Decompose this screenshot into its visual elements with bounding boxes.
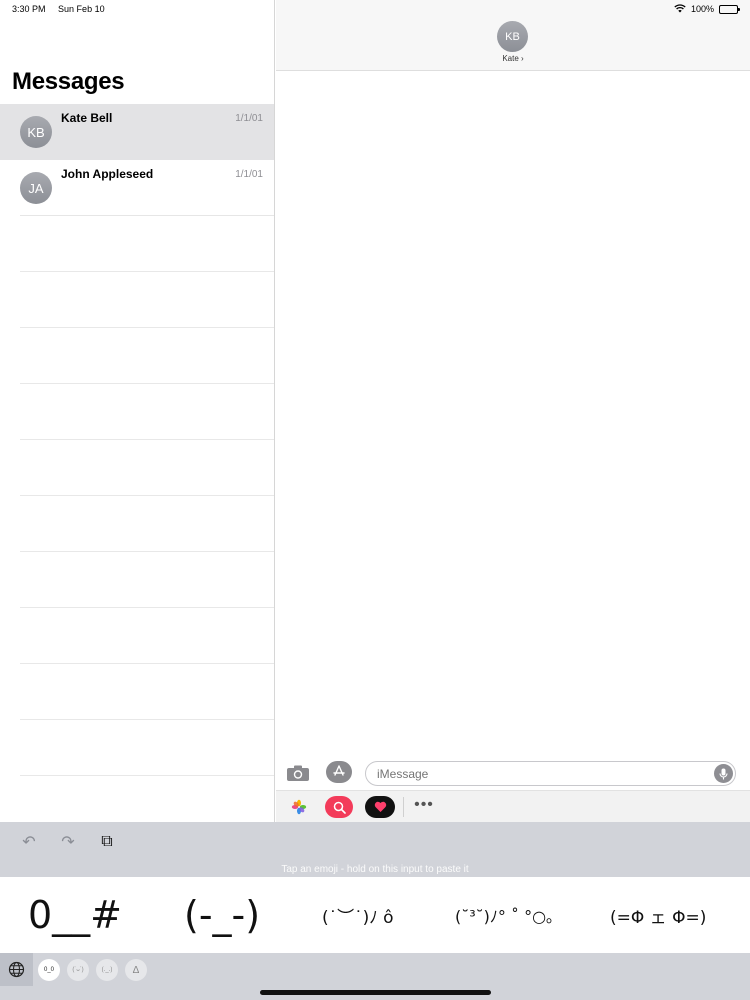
compose-bar (276, 756, 750, 790)
empty-row (0, 552, 274, 608)
more-apps-icon[interactable]: ••• (414, 794, 434, 816)
undo-icon[interactable]: ↶ (20, 833, 38, 851)
photos-app-icon[interactable] (290, 796, 308, 818)
battery-icon (719, 4, 740, 14)
empty-row (0, 664, 274, 720)
globe-icon[interactable] (0, 953, 33, 986)
messages-screen: 3:30 PM Sun Feb 10 100% Messages KB Kate… (0, 0, 750, 1000)
avatar[interactable]: KB (497, 21, 528, 52)
app-drawer-strip: ••• (276, 790, 750, 822)
empty-row (0, 440, 274, 496)
status-right: 100% (674, 3, 740, 15)
category-tab[interactable]: (˙ᴗ˙) (67, 959, 89, 981)
conversation-date: 1/1/01 (235, 113, 263, 124)
redo-icon[interactable]: ↷ (59, 833, 77, 851)
avatar: JA (20, 172, 52, 204)
empty-row (0, 216, 274, 272)
contact-name: John Appleseed (61, 167, 154, 181)
empty-row (0, 608, 274, 664)
category-tab[interactable]: (._.) (96, 959, 118, 981)
kaomoji-key[interactable]: (-_-) (184, 877, 260, 953)
strip-divider (403, 797, 404, 817)
category-tab[interactable]: 0_0 (38, 959, 60, 981)
app-store-icon[interactable] (326, 761, 352, 783)
battery-percent: 100% (690, 4, 714, 14)
image-search-app-icon[interactable] (325, 796, 353, 818)
header-name-label: Kate (502, 54, 519, 63)
status-time: 3:30 PM (12, 4, 46, 14)
chevron-right-icon: › (521, 54, 524, 63)
empty-row (0, 272, 274, 328)
kaomoji-row: 0__# (-_-) (˙︶˙)ﾉ ô (˘³˘)ﾉ° ˚ °○｡ (=Φ ェ … (0, 877, 750, 953)
keyboard-toolbar: ↶ ↷ ⧉ (0, 822, 750, 862)
home-indicator (260, 990, 491, 995)
kaomoji-key[interactable]: 0__# (28, 877, 122, 953)
status-left: 3:30 PM Sun Feb 10 (12, 4, 105, 14)
keyboard-hint: Tap an emoji - hold on this input to pas… (0, 862, 750, 877)
kaomoji-key[interactable]: (=Φ ェ Φ=) (610, 877, 706, 953)
message-input[interactable] (365, 761, 736, 786)
kaomoji-key[interactable]: (˘³˘)ﾉ° ˚ °○｡ (455, 877, 554, 953)
conversation-kate-bell[interactable]: KB Kate Bell 1/1/01 (0, 104, 274, 160)
wifi-icon (674, 3, 686, 15)
paste-icon[interactable]: ⧉ (98, 833, 116, 851)
conversation-contact-name[interactable]: Kate › (276, 54, 750, 63)
avatar: KB (20, 116, 52, 148)
contact-name: Kate Bell (61, 111, 113, 125)
conversation-date: 1/1/01 (235, 169, 263, 180)
digital-touch-heart-icon[interactable] (365, 796, 395, 818)
empty-row (0, 720, 274, 776)
kaomoji-key[interactable]: (˙︶˙)ﾉ ô (322, 877, 394, 953)
empty-row (0, 384, 274, 440)
page-title: Messages (12, 68, 125, 95)
conversation-john-appleseed[interactable]: JA John Appleseed 1/1/01 (0, 160, 274, 216)
sidebar: Messages KB Kate Bell 1/1/01 JA John App… (0, 0, 275, 822)
category-tab[interactable]: Δ (125, 959, 147, 981)
camera-icon[interactable] (286, 761, 310, 785)
status-date: Sun Feb 10 (58, 4, 105, 14)
conversation-list: KB Kate Bell 1/1/01 JA John Appleseed 1/… (0, 104, 274, 776)
microphone-icon[interactable] (714, 764, 733, 783)
empty-row (0, 328, 274, 384)
status-bar: 3:30 PM Sun Feb 10 100% (0, 0, 750, 18)
empty-row (0, 496, 274, 552)
